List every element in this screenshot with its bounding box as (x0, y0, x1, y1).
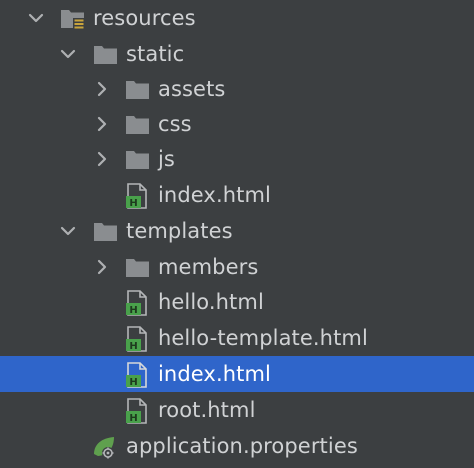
tree-node-css[interactable]: css (0, 106, 474, 142)
tree-node-templates[interactable]: templates (0, 213, 474, 249)
chevron-right-icon[interactable] (92, 149, 112, 169)
folder-icon (125, 77, 151, 103)
chevron-right-icon[interactable] (92, 114, 112, 134)
tree-node-js[interactable]: js (0, 141, 474, 177)
spring-properties-icon (92, 434, 118, 460)
tree-node-label: resources (93, 6, 196, 30)
tree-node-static[interactable]: static (0, 36, 474, 72)
html-file-icon: H (125, 398, 151, 424)
tree-node-templates-index-html[interactable]: H index.html (0, 356, 474, 392)
svg-text:H: H (129, 377, 137, 388)
tree-node-application-properties[interactable]: application.properties (0, 428, 474, 464)
folder-icon (93, 219, 119, 245)
tree-node-hello-html[interactable]: H hello.html (0, 284, 474, 320)
svg-text:H: H (129, 413, 137, 424)
tree-node-label: assets (158, 77, 226, 101)
tree-node-label: templates (126, 219, 233, 243)
chevron-right-icon[interactable] (92, 79, 112, 99)
svg-text:H: H (129, 341, 137, 352)
tree-node-label: members (158, 255, 259, 279)
tree-node-label: application.properties (126, 434, 358, 458)
html-file-icon: H (125, 290, 151, 316)
tree-node-label: index.html (158, 362, 271, 386)
tree-node-label: js (158, 147, 175, 171)
chevron-down-icon[interactable] (58, 221, 78, 241)
tree-node-label: hello.html (158, 290, 264, 314)
chevron-down-icon[interactable] (26, 8, 46, 28)
tree-node-assets[interactable]: assets (0, 71, 474, 107)
tree-node-label: hello-template.html (158, 326, 368, 350)
chevron-right-icon[interactable] (92, 257, 112, 277)
svg-text:H: H (129, 305, 137, 316)
svg-text:H: H (129, 198, 137, 209)
chevron-down-icon[interactable] (58, 44, 78, 64)
resources-folder-icon (60, 6, 86, 32)
html-file-icon: H (125, 326, 151, 352)
folder-icon (125, 112, 151, 138)
tree-node-label: css (158, 112, 192, 136)
folder-icon (125, 147, 151, 173)
html-file-icon: H (125, 183, 151, 209)
tree-node-label: index.html (158, 183, 271, 207)
folder-icon (93, 42, 119, 68)
tree-node-label: static (126, 42, 185, 66)
project-tree: resources static assets css js H index.h… (0, 0, 474, 468)
tree-node-members[interactable]: members (0, 249, 474, 285)
tree-node-resources[interactable]: resources (0, 0, 474, 36)
tree-node-hello-template-html[interactable]: H hello-template.html (0, 320, 474, 356)
tree-node-static-index-html[interactable]: H index.html (0, 177, 474, 213)
folder-icon (125, 255, 151, 281)
tree-node-root-html[interactable]: H root.html (0, 392, 474, 428)
tree-node-label: root.html (158, 398, 256, 422)
html-file-icon: H (125, 362, 151, 388)
